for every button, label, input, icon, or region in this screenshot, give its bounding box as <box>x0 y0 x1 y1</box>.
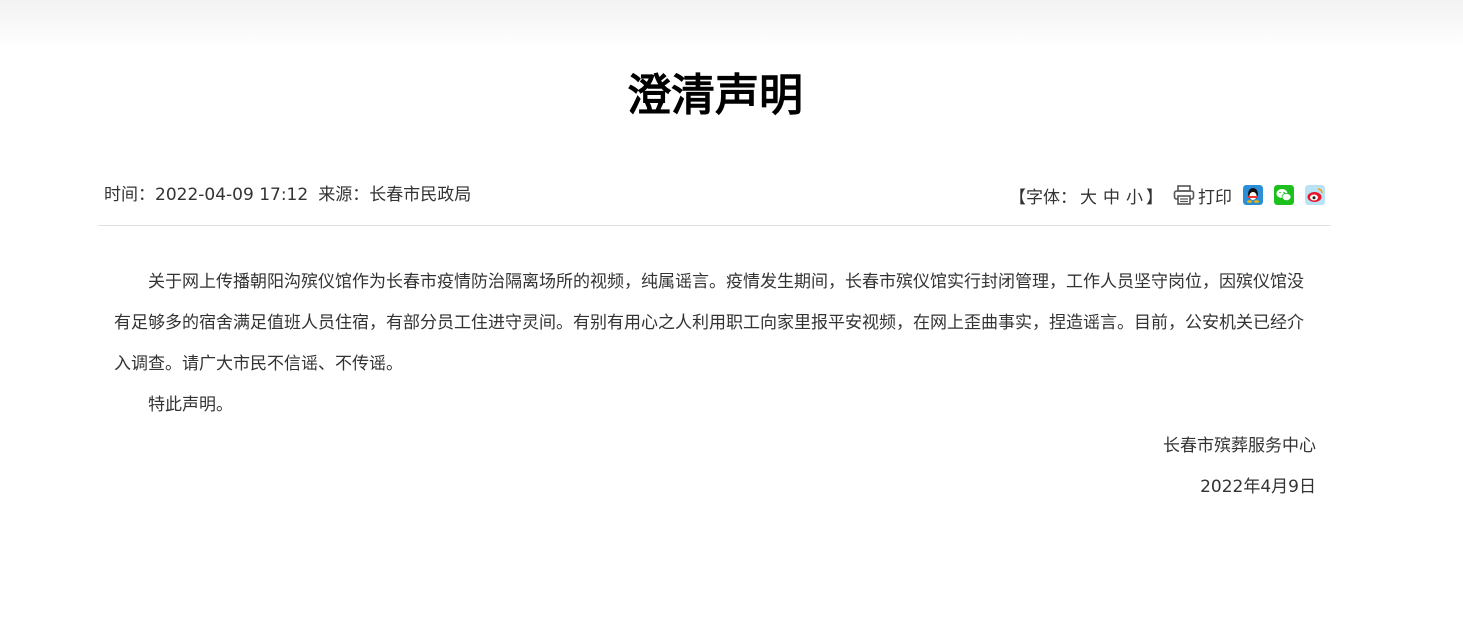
print-label: 打印 <box>1198 187 1232 208</box>
weibo-icon[interactable] <box>1305 185 1325 205</box>
font-size-close: 】 <box>1146 187 1163 208</box>
time-label: 时间： <box>104 185 155 205</box>
publish-info: 时间：2022-04-09 17:12 来源：长春市民政局 <box>104 183 471 207</box>
time-value: 2022-04-09 17:12 <box>155 185 309 205</box>
wechat-icon[interactable] <box>1274 185 1294 205</box>
body-paragraph: 特此声明。 <box>148 395 233 415</box>
font-size-small-button[interactable]: 小 <box>1126 183 1143 208</box>
print-button[interactable]: 打印 <box>1173 183 1232 208</box>
article-body: 关于网上传播朝阳沟殡仪馆作为长春市疫情防治隔离场所的视频，纯属谣言。疫情发生期间… <box>114 262 1316 508</box>
signature: 长春市殡葬服务中心 <box>1163 436 1316 456</box>
font-size-medium-button[interactable]: 中 <box>1103 183 1120 208</box>
qq-icon[interactable] <box>1243 185 1263 205</box>
page-title: 澄清声明 <box>627 70 803 121</box>
top-gradient-bar <box>0 0 1463 48</box>
font-size-large-button[interactable]: 大 <box>1080 183 1097 208</box>
printer-icon <box>1173 185 1195 205</box>
article-tools: 【字体： 大 中 小 】 打印 <box>1009 181 1325 209</box>
font-size-label: 【字体： <box>1009 187 1077 208</box>
source-value: 长春市民政局 <box>369 185 472 205</box>
body-paragraph: 关于网上传播朝阳沟殡仪馆作为长春市疫情防治隔离场所的视频，纯属谣言。疫情发生期间… <box>114 272 1304 374</box>
signature-date: 2022年4月9日 <box>1200 477 1316 497</box>
article-meta-bar: 时间：2022-04-09 17:12 来源：长春市民政局 【字体： 大 中 小 … <box>98 176 1331 226</box>
source-label: 来源： <box>318 185 370 205</box>
